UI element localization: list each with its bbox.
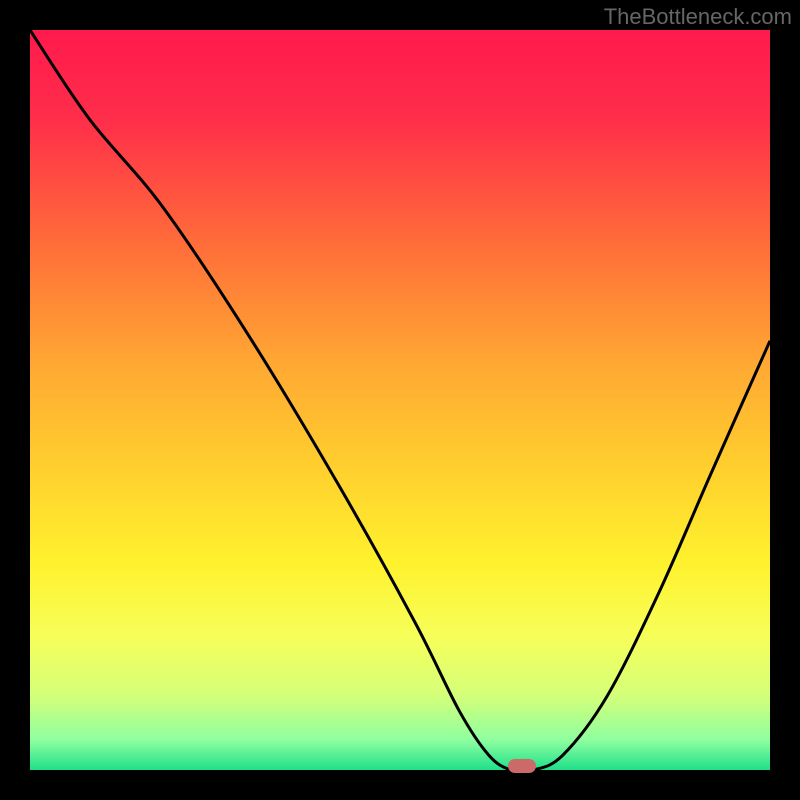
bottleneck-curve [30, 30, 770, 770]
chart-container: TheBottleneck.com [0, 0, 800, 800]
watermark-text: TheBottleneck.com [604, 4, 792, 30]
curve-path [30, 30, 770, 770]
plot-area [30, 30, 770, 770]
optimal-marker [508, 759, 536, 773]
